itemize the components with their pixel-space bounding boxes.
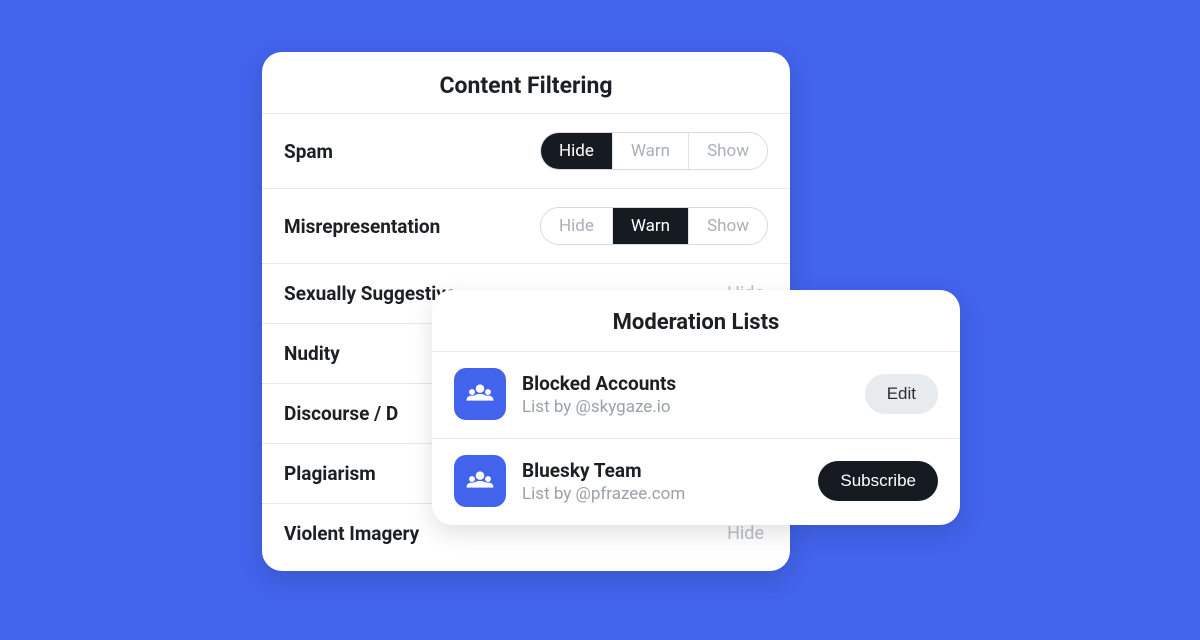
moderation-meta: Blocked Accounts List by @skygaze.io xyxy=(522,372,849,417)
seg-show[interactable]: Show xyxy=(689,133,767,169)
moderation-lists-card: Moderation Lists Blocked Accounts List b… xyxy=(432,290,960,525)
filter-label: Violent Imagery xyxy=(284,522,419,545)
moderation-row-blocked-accounts: Blocked Accounts List by @skygaze.io Edi… xyxy=(432,351,960,438)
content-filtering-title: Content Filtering xyxy=(262,72,790,113)
seg-show[interactable]: Show xyxy=(689,208,767,244)
moderation-name: Blocked Accounts xyxy=(522,372,849,395)
moderation-meta: Bluesky Team List by @pfrazee.com xyxy=(522,459,802,504)
filter-segmented: Hide Warn Show xyxy=(540,132,768,170)
seg-hide[interactable]: Hide xyxy=(541,208,613,244)
filter-segmented: Hide Warn Show xyxy=(540,207,768,245)
filter-label: Spam xyxy=(284,140,333,163)
moderation-row-bluesky-team: Bluesky Team List by @pfrazee.com Subscr… xyxy=(432,438,960,525)
filter-row-misrepresentation: Misrepresentation Hide Warn Show xyxy=(262,188,790,263)
filter-label: Nudity xyxy=(284,342,340,365)
seg-warn[interactable]: Warn xyxy=(613,208,689,244)
group-icon xyxy=(454,455,506,507)
filter-label: Discourse / D xyxy=(284,402,398,425)
moderation-lists-title: Moderation Lists xyxy=(432,310,960,351)
moderation-sub: List by @skygaze.io xyxy=(522,397,849,417)
filter-label: Sexually Suggestive xyxy=(284,282,456,305)
filter-faded-value: Hide xyxy=(727,523,768,544)
moderation-name: Bluesky Team xyxy=(522,459,802,482)
filter-label: Plagiarism xyxy=(284,462,376,485)
filter-label: Misrepresentation xyxy=(284,215,440,238)
seg-warn[interactable]: Warn xyxy=(613,133,689,169)
group-icon xyxy=(454,368,506,420)
moderation-sub: List by @pfrazee.com xyxy=(522,484,802,504)
edit-button[interactable]: Edit xyxy=(865,374,938,414)
filter-row-spam: Spam Hide Warn Show xyxy=(262,113,790,188)
subscribe-button[interactable]: Subscribe xyxy=(818,461,938,501)
seg-hide[interactable]: Hide xyxy=(541,133,613,169)
